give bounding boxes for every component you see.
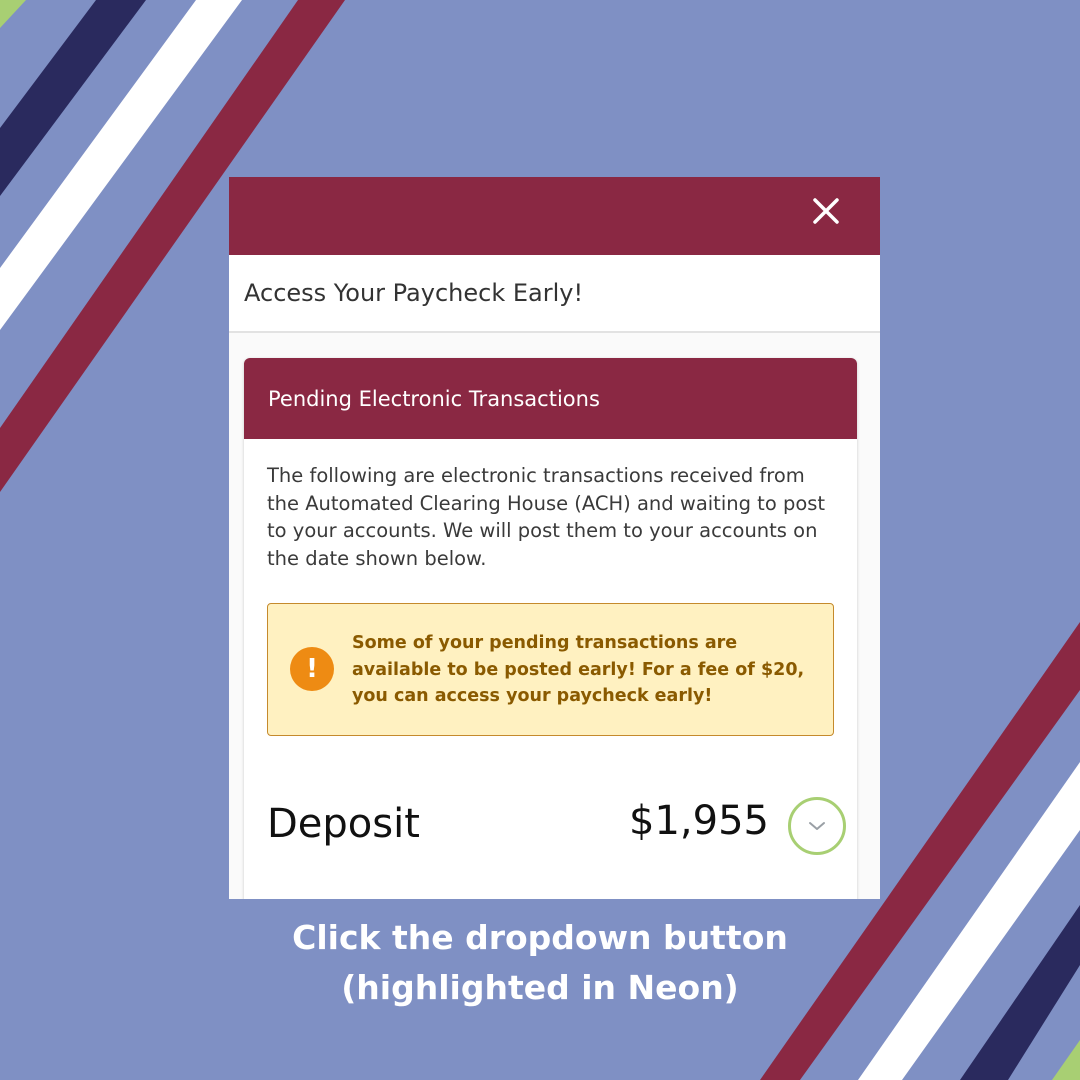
pending-transactions-card: Pending Electronic Transactions The foll… — [244, 358, 857, 899]
exclamation-symbol: ! — [306, 654, 318, 684]
alert-text: Some of your pending transactions are av… — [352, 633, 805, 706]
modal-header — [229, 177, 880, 255]
caption-line-2: (highlighted in Neon) — [341, 968, 739, 1007]
chevron-down-icon — [809, 822, 825, 830]
paycheck-modal: Access Your Paycheck Early! Pending Elec… — [229, 177, 880, 899]
deposit-label: Deposit — [267, 801, 420, 847]
card-header: Pending Electronic Transactions — [244, 358, 857, 439]
modal-title-bar: Access Your Paycheck Early! — [229, 255, 880, 333]
early-access-alert: ! Some of your pending transactions are … — [267, 603, 834, 736]
stripe-lime-top — [0, 0, 26, 28]
stripe-navy-top — [0, 0, 146, 196]
stripe-lime-bottom — [1052, 1040, 1080, 1080]
card-description: The following are electronic transaction… — [267, 464, 826, 570]
modal-title: Access Your Paycheck Early! — [244, 279, 584, 307]
deposit-dropdown-button[interactable] — [788, 797, 846, 855]
caption-line-1: Click the dropdown button — [292, 918, 788, 957]
close-button[interactable] — [810, 195, 842, 227]
exclamation-icon: ! — [290, 647, 334, 691]
card-title: Pending Electronic Transactions — [268, 386, 600, 411]
deposit-amount: $1,955 — [629, 798, 769, 844]
close-icon — [813, 198, 839, 224]
